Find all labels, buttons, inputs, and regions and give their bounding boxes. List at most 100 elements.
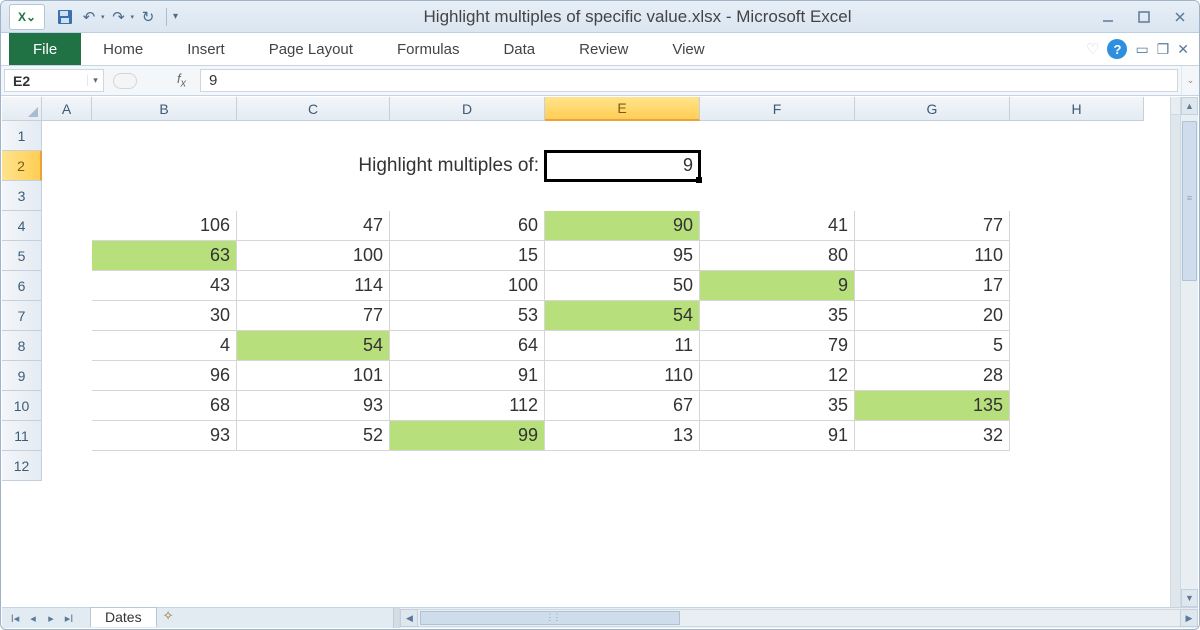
cell-F5[interactable]: 80	[700, 241, 855, 271]
cell-F8[interactable]: 79	[700, 331, 855, 361]
cell-G4[interactable]: 77	[855, 211, 1010, 241]
workbook-restore-button[interactable]: ❐	[1157, 41, 1170, 58]
cell-E1[interactable]	[545, 121, 700, 151]
row-header-8[interactable]: 8	[2, 331, 42, 361]
ribbon-tab-formulas[interactable]: Formulas	[375, 33, 482, 65]
name-box-value[interactable]: E2	[5, 73, 87, 89]
column-header-E[interactable]: E	[545, 97, 700, 121]
cell-B12[interactable]	[92, 451, 237, 481]
workbook-close-button[interactable]: ✕	[1177, 41, 1189, 58]
cell-A8[interactable]	[42, 331, 92, 361]
cell-H7[interactable]	[1010, 301, 1144, 331]
cell-E12[interactable]	[545, 451, 700, 481]
row-header-10[interactable]: 10	[2, 391, 42, 421]
cell-H8[interactable]	[1010, 331, 1144, 361]
cell-C3[interactable]	[237, 181, 390, 211]
cell-H10[interactable]	[1010, 391, 1144, 421]
cell-G12[interactable]	[855, 451, 1010, 481]
horizontal-scroll-thumb[interactable]	[420, 611, 680, 625]
redo-dropdown[interactable]: ▾	[131, 13, 135, 21]
cell-E10[interactable]: 67	[545, 391, 700, 421]
cell-H1[interactable]	[1010, 121, 1144, 151]
row-header-2[interactable]: 2	[2, 151, 42, 181]
horizontal-scroll-track[interactable]	[418, 609, 1180, 627]
cell-A2[interactable]	[42, 151, 92, 181]
row-header-12[interactable]: 12	[2, 451, 42, 481]
formula-input[interactable]: 9	[200, 69, 1178, 92]
column-header-D[interactable]: D	[390, 97, 545, 121]
cell-B1[interactable]	[92, 121, 237, 151]
row-header-3[interactable]: 3	[2, 181, 42, 211]
scroll-up-button[interactable]: ▲	[1181, 97, 1198, 115]
cell-F1[interactable]	[700, 121, 855, 151]
cell-A3[interactable]	[42, 181, 92, 211]
formula-expand[interactable]: ⌄	[1181, 66, 1199, 95]
row-header-1[interactable]: 1	[2, 121, 42, 151]
save-button[interactable]	[55, 7, 75, 27]
cell-F7[interactable]: 35	[700, 301, 855, 331]
name-box-dropdown[interactable]: ▾	[87, 75, 103, 86]
sheet-tab[interactable]: Dates	[90, 607, 157, 627]
cell-D1[interactable]	[390, 121, 545, 151]
cell-G10[interactable]: 135	[855, 391, 1010, 421]
cell-D8[interactable]: 64	[390, 331, 545, 361]
cell-H12[interactable]	[1010, 451, 1144, 481]
cell-G8[interactable]: 5	[855, 331, 1010, 361]
cell-D3[interactable]	[390, 181, 545, 211]
ribbon-tab-page-layout[interactable]: Page Layout	[247, 33, 375, 65]
cell-D6[interactable]: 100	[390, 271, 545, 301]
cell-A7[interactable]	[42, 301, 92, 331]
cell-B8[interactable]: 4	[92, 331, 237, 361]
cell-E7[interactable]: 54	[545, 301, 700, 331]
help-button[interactable]: ?	[1107, 39, 1127, 59]
cell-F4[interactable]: 41	[700, 211, 855, 241]
column-header-A[interactable]: A	[42, 97, 92, 121]
cell-F2[interactable]	[700, 151, 855, 181]
cell-E4[interactable]: 90	[545, 211, 700, 241]
cell-G2[interactable]	[855, 151, 1010, 181]
file-tab[interactable]: File	[9, 33, 81, 65]
excel-logo[interactable]: X⌄	[9, 4, 45, 30]
cell-C1[interactable]	[237, 121, 390, 151]
scroll-right-button[interactable]: ▶	[1180, 609, 1198, 627]
sheet-nav-next[interactable]: ▸	[42, 609, 60, 627]
workbook-minimize-button[interactable]: ▭	[1135, 41, 1148, 58]
cell-C11[interactable]: 52	[237, 421, 390, 451]
cell-G6[interactable]: 17	[855, 271, 1010, 301]
cell-F10[interactable]: 35	[700, 391, 855, 421]
cell-G11[interactable]: 32	[855, 421, 1010, 451]
cell-E9[interactable]: 110	[545, 361, 700, 391]
row-header-6[interactable]: 6	[2, 271, 42, 301]
sheet-nav-first[interactable]: I◂	[6, 609, 24, 627]
cell-C5[interactable]: 100	[237, 241, 390, 271]
cell-E6[interactable]: 50	[545, 271, 700, 301]
column-header-G[interactable]: G	[855, 97, 1010, 121]
scroll-left-button[interactable]: ◀	[400, 609, 418, 627]
cell-H11[interactable]	[1010, 421, 1144, 451]
cell-E5[interactable]: 95	[545, 241, 700, 271]
horizontal-scrollbar[interactable]: ◀ ▶	[399, 608, 1198, 628]
cell-D5[interactable]: 15	[390, 241, 545, 271]
repeat-button[interactable]: ↻	[138, 7, 158, 27]
row-header-5[interactable]: 5	[2, 241, 42, 271]
cell-H3[interactable]	[1010, 181, 1144, 211]
cell-H4[interactable]	[1010, 211, 1144, 241]
row-header-7[interactable]: 7	[2, 301, 42, 331]
ribbon-minimize-chevron[interactable]: ♡	[1086, 40, 1099, 58]
cell-B10[interactable]: 68	[92, 391, 237, 421]
cell-F3[interactable]	[700, 181, 855, 211]
minimize-button[interactable]	[1097, 8, 1119, 26]
cell-B3[interactable]	[92, 181, 237, 211]
cell-C4[interactable]: 47	[237, 211, 390, 241]
cell-F11[interactable]: 91	[700, 421, 855, 451]
sheet-nav-last[interactable]: ▸I	[60, 609, 78, 627]
cell-G1[interactable]	[855, 121, 1010, 151]
cell-D11[interactable]: 99	[390, 421, 545, 451]
cell-B4[interactable]: 106	[92, 211, 237, 241]
fx-icon[interactable]: fx	[177, 71, 186, 90]
cell-F9[interactable]: 12	[700, 361, 855, 391]
sheet-nav-prev[interactable]: ◂	[24, 609, 42, 627]
column-header-B[interactable]: B	[92, 97, 237, 121]
column-header-C[interactable]: C	[237, 97, 390, 121]
cell-C12[interactable]	[237, 451, 390, 481]
